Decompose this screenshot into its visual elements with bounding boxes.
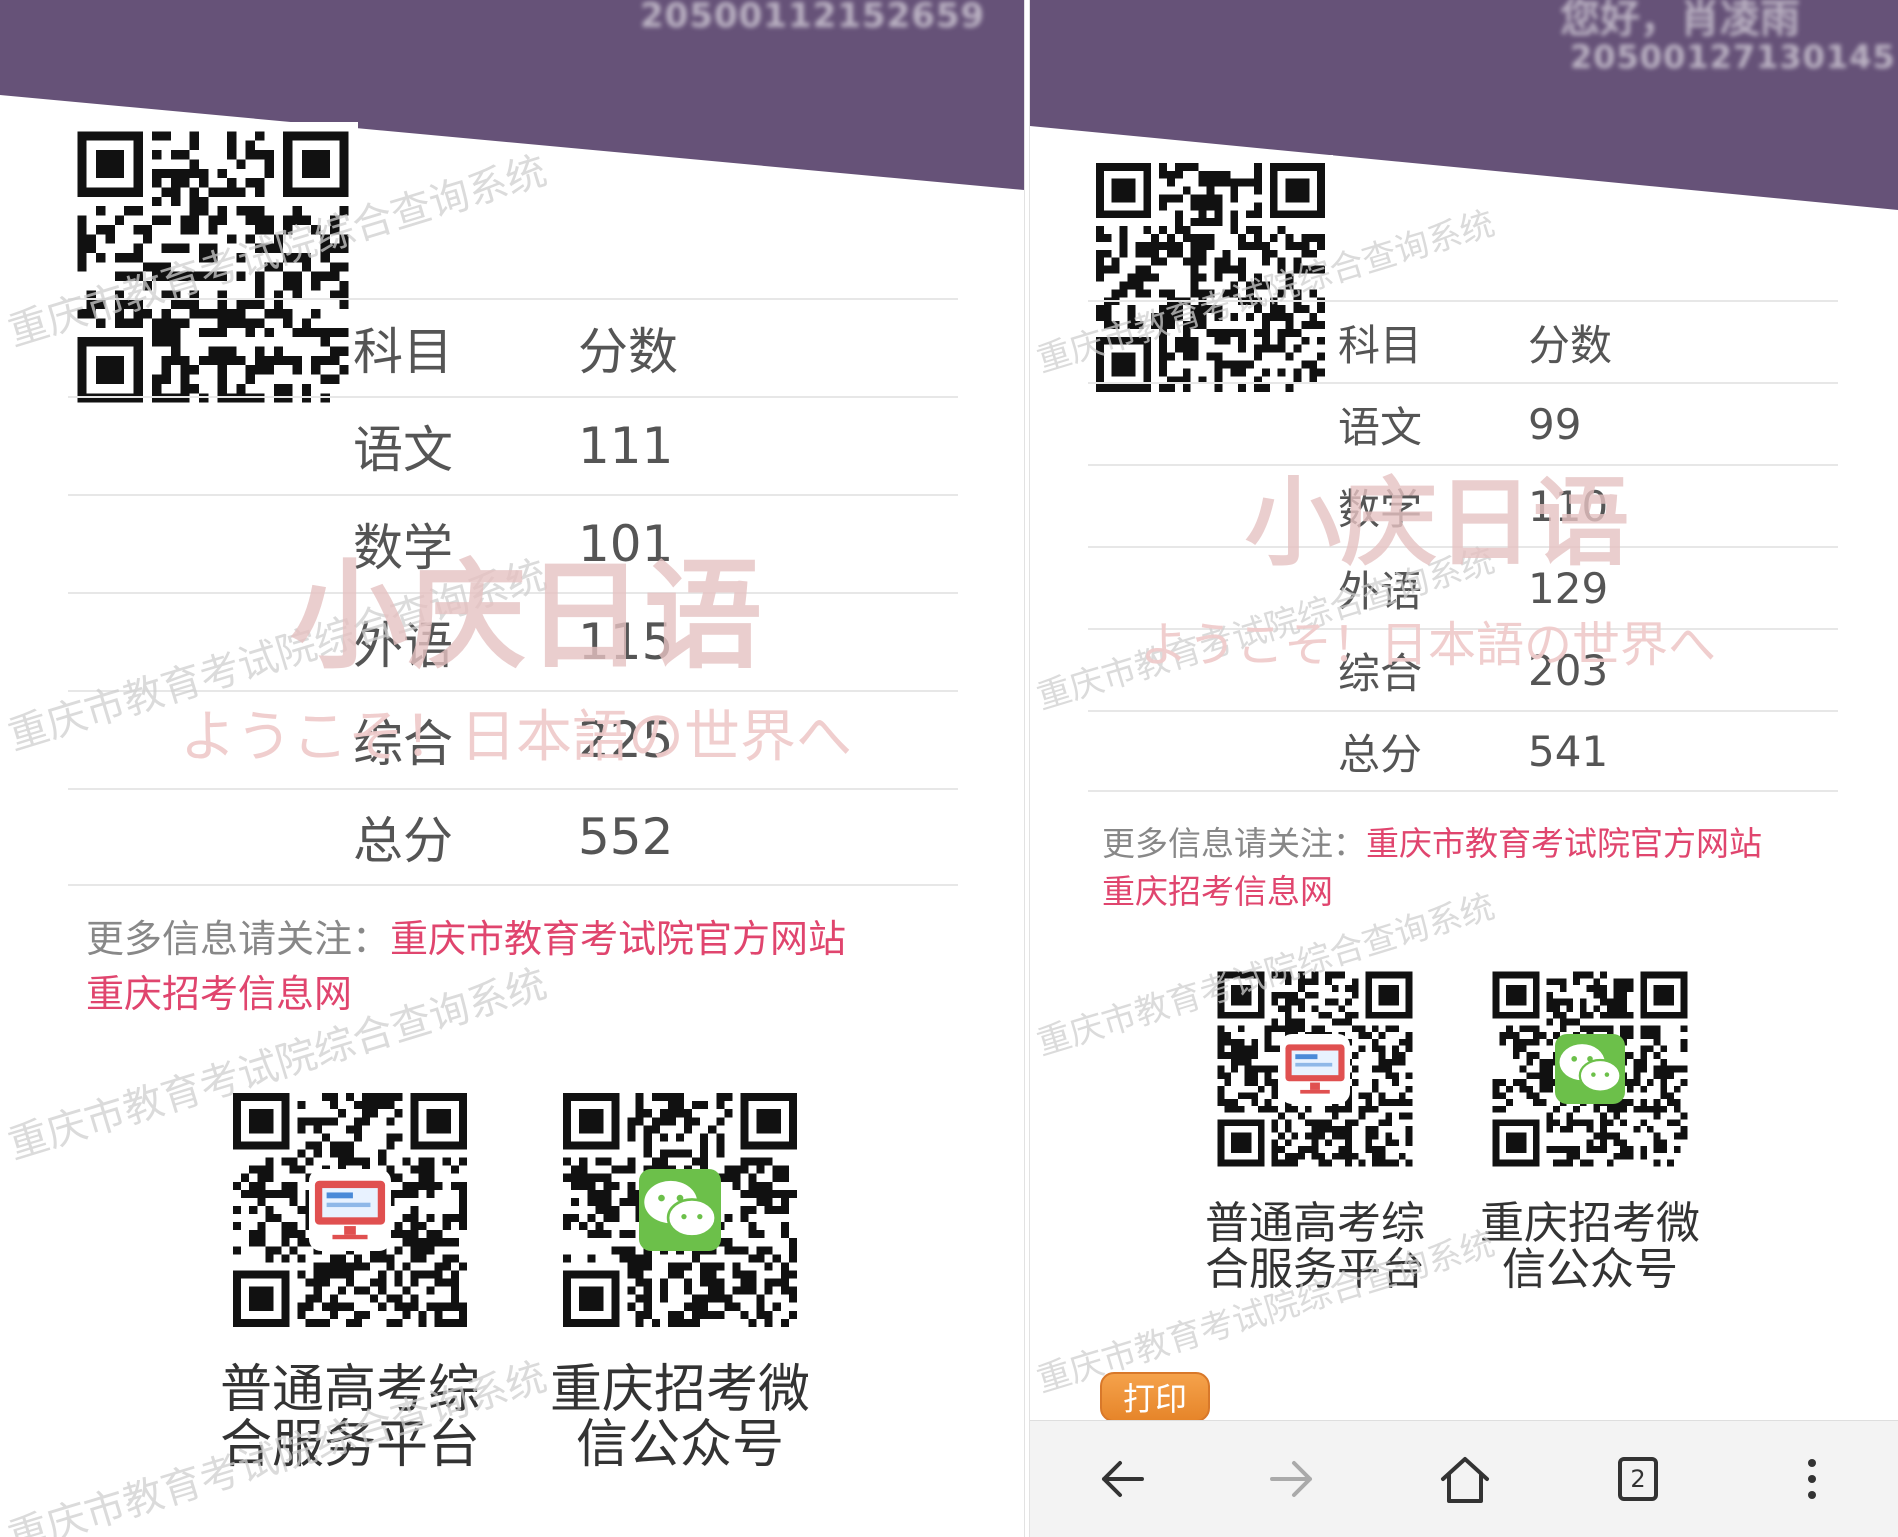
subject-cell: 数学 xyxy=(353,519,453,577)
score-table-header: 科目 分数 xyxy=(1088,300,1838,382)
score-cell: 129 xyxy=(1528,563,1609,613)
service-platform-qr-block: 普通高考综合服务平台 xyxy=(205,1085,495,1472)
home-icon xyxy=(1441,1457,1489,1503)
more-info-label: 更多信息请关注： xyxy=(86,917,391,961)
wechat-account-label: 重庆招考微信公众号 xyxy=(549,1360,810,1475)
more-info-label: 更多信息请关注： xyxy=(1102,824,1366,863)
score-cell: 203 xyxy=(1528,645,1609,695)
back-arrow-icon xyxy=(1102,1461,1144,1497)
subject-cell: 总分 xyxy=(353,812,453,870)
tab-count: 2 xyxy=(1630,1465,1646,1493)
more-vertical-icon xyxy=(1808,1459,1816,1499)
home-button[interactable] xyxy=(1425,1439,1505,1519)
left-screenshot-panel: 20500112152659 科目 分数 语文 111 数学 101 外语 11… xyxy=(0,0,1024,1537)
subject-cell: 综合 xyxy=(1338,648,1423,698)
wechat-account-label: 重庆招考微信公众号 xyxy=(1480,1198,1700,1296)
score-table: 科目 分数 语文 99 数学 110 外语 129 综合 203 总分 541 xyxy=(1088,300,1838,792)
right-screenshot-panel: 您好，肖凌雨 20500127130145 科目 分数 语文 99 数学 110… xyxy=(1030,0,1898,1537)
back-button[interactable] xyxy=(1082,1439,1162,1519)
exam-authority-website-link[interactable]: 重庆市教育考试院官方网站 xyxy=(1366,824,1762,863)
table-row: 总分 541 xyxy=(1088,710,1838,792)
table-row: 语文 99 xyxy=(1088,382,1838,464)
forward-arrow-icon xyxy=(1270,1461,1312,1497)
browser-bottom-toolbar: 2 xyxy=(1030,1420,1898,1537)
admissions-info-link[interactable]: 重庆招考信息网 xyxy=(86,972,352,1016)
wechat-account-qr-block: 重庆招考微信公众号 xyxy=(1470,965,1710,1293)
more-info: 更多信息请关注：重庆市教育考试院官方网站 重庆招考信息网 xyxy=(1102,820,1862,916)
column-header-score: 分数 xyxy=(578,323,678,381)
subject-cell: 总分 xyxy=(1338,729,1423,779)
exam-authority-website-link[interactable]: 重庆市教育考试院官方网站 xyxy=(390,917,846,961)
more-menu-button[interactable] xyxy=(1772,1439,1852,1519)
column-header-subject: 科目 xyxy=(1338,320,1423,370)
table-row: 数学 101 xyxy=(68,494,958,592)
score-cell: 115 xyxy=(578,613,674,671)
subject-cell: 语文 xyxy=(353,421,453,479)
column-header-subject: 科目 xyxy=(353,323,453,381)
table-row: 综合 225 xyxy=(68,690,958,788)
subject-cell: 综合 xyxy=(353,715,453,773)
score-cell: 541 xyxy=(1528,726,1609,776)
service-platform-qr-block: 普通高考综合服务平台 xyxy=(1195,965,1435,1293)
score-cell: 225 xyxy=(578,711,674,769)
monitor-icon xyxy=(1280,1034,1350,1104)
admissions-info-link[interactable]: 重庆招考信息网 xyxy=(1102,872,1333,911)
score-table: 科目 分数 语文 111 数学 101 外语 115 综合 225 总分 552 xyxy=(68,298,958,886)
wechat-account-qr-code[interactable] xyxy=(555,1085,805,1335)
more-info: 更多信息请关注：重庆市教育考试院官方网站 重庆招考信息网 xyxy=(86,912,966,1022)
subject-cell: 数学 xyxy=(1338,484,1423,534)
wechat-icon xyxy=(1555,1034,1625,1104)
table-row: 数学 110 xyxy=(1088,464,1838,546)
wechat-icon xyxy=(639,1169,721,1251)
score-cell: 110 xyxy=(1528,481,1609,531)
service-platform-qr-code[interactable] xyxy=(1211,965,1419,1173)
print-button[interactable]: 打印 xyxy=(1100,1372,1210,1422)
table-row: 语文 111 xyxy=(68,396,958,494)
score-cell: 99 xyxy=(1528,399,1582,449)
score-table-header: 科目 分数 xyxy=(68,298,958,396)
score-cell: 101 xyxy=(578,515,674,573)
wechat-account-qr-code[interactable] xyxy=(1486,965,1694,1173)
subject-cell: 外语 xyxy=(1338,566,1423,616)
service-platform-qr-code[interactable] xyxy=(225,1085,475,1335)
service-platform-label: 普通高考综合服务平台 xyxy=(219,1360,480,1475)
table-row: 外语 129 xyxy=(1088,546,1838,628)
monitor-icon xyxy=(309,1169,391,1251)
column-header-score: 分数 xyxy=(1528,320,1613,370)
tabs-button[interactable]: 2 xyxy=(1598,1439,1678,1519)
forward-button[interactable] xyxy=(1252,1439,1332,1519)
table-row: 综合 203 xyxy=(1088,628,1838,710)
candidate-id-blurred: 20500112152659 xyxy=(640,0,986,36)
score-cell: 552 xyxy=(578,808,674,866)
wechat-account-qr-block: 重庆招考微信公众号 xyxy=(535,1085,825,1472)
service-platform-label: 普通高考综合服务平台 xyxy=(1205,1198,1425,1296)
table-row: 外语 115 xyxy=(68,592,958,690)
subject-cell: 语文 xyxy=(1338,402,1423,452)
table-row: 总分 552 xyxy=(68,788,958,886)
score-cell: 111 xyxy=(578,417,674,475)
subject-cell: 外语 xyxy=(353,617,453,675)
candidate-id-blurred: 20500127130145 xyxy=(1570,38,1896,76)
